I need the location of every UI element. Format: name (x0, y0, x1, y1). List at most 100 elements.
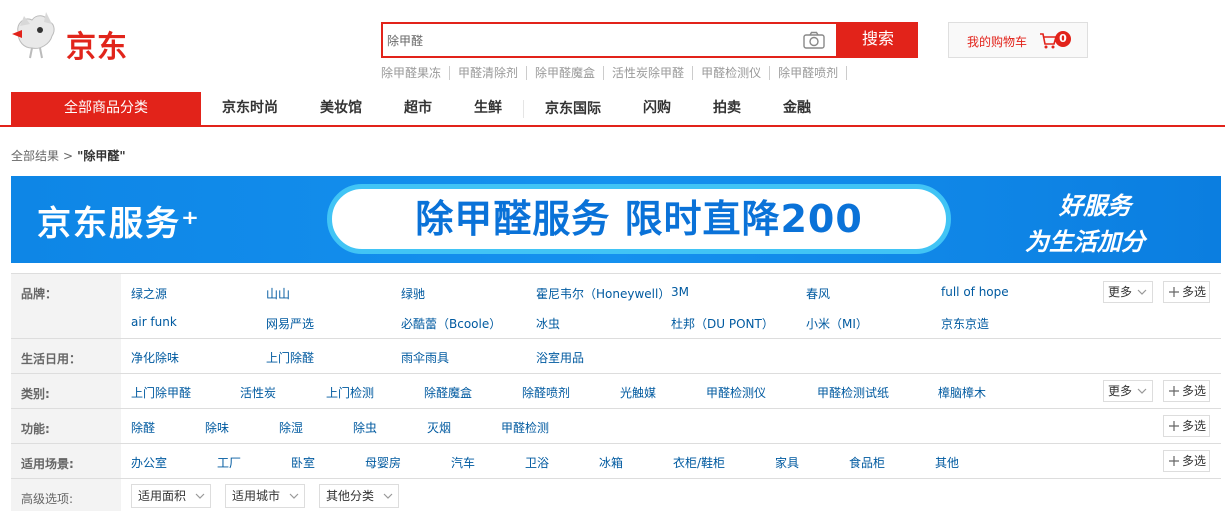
filter-value[interactable]: 上门除甲醛 (131, 384, 191, 401)
filter-value[interactable]: 冰虫 (536, 315, 560, 332)
breadcrumb-root[interactable]: 全部结果 (11, 149, 59, 163)
plus-icon (1169, 456, 1179, 466)
filter-value[interactable]: 山山 (266, 285, 290, 302)
filter-value[interactable]: 食品柜 (849, 454, 885, 471)
hotword-link[interactable]: 甲醛清除剂 (450, 66, 528, 80)
multi-label: 多选 (1182, 454, 1207, 468)
filter-value[interactable]: 春风 (806, 285, 830, 302)
filter-value[interactable]: 必酷蕾（Bcoole） (401, 315, 501, 332)
camera-icon[interactable] (803, 31, 825, 49)
hotword-link[interactable]: 活性炭除甲醛 (604, 66, 694, 80)
filter-value[interactable]: 除醛魔盒 (424, 384, 472, 401)
filter-value[interactable]: 上门检测 (326, 384, 374, 401)
select-label: 适用城市 (232, 489, 281, 503)
filter-value[interactable]: 卧室 (291, 454, 315, 471)
filter-value[interactable]: 汽车 (451, 454, 475, 471)
filter-value[interactable]: 上门除醛 (266, 349, 314, 366)
filter-row-brand: 品牌： 绿之源 山山 绿驰 霍尼韦尔（Honeywell） 3M 春风 full… (11, 274, 1221, 339)
search-input[interactable] (387, 29, 787, 51)
filter-value[interactable]: 除虫 (353, 419, 377, 436)
cart-label: 我的购物车 (967, 35, 1028, 49)
nav-item-beauty[interactable]: 美妆馆 (299, 92, 383, 125)
filter-value[interactable]: 绿之源 (131, 285, 167, 302)
filter-value[interactable]: 光触媒 (620, 384, 656, 401)
filter-value[interactable]: full of hope (941, 285, 1009, 299)
filter-value[interactable]: 冰箱 (599, 454, 623, 471)
filter-row-function: 功能: 除醛 除味 除湿 除虫 灭烟 甲醛检测 多选 (11, 409, 1221, 444)
filter-value[interactable]: 网易严选 (266, 315, 314, 332)
all-categories-button[interactable]: 全部商品分类 (11, 92, 201, 125)
cart-button[interactable]: 我的购物车 0 (948, 22, 1088, 58)
plus-icon (1169, 421, 1179, 431)
multi-select-button[interactable]: 多选 (1163, 281, 1210, 303)
hotword-link[interactable]: 甲醛检测仪 (693, 66, 771, 80)
logo-text: 京东 (66, 30, 128, 65)
filter-value[interactable]: 甲醛检测试纸 (817, 384, 889, 401)
select-city[interactable]: 适用城市 (225, 484, 305, 508)
filter-label: 类别: (11, 374, 121, 408)
filter-value[interactable]: 小米（MI） (806, 315, 868, 332)
filter-value[interactable]: 工厂 (217, 454, 241, 471)
nav-item-flash[interactable]: 闪购 (622, 92, 692, 125)
multi-label: 多选 (1182, 384, 1207, 398)
hotword-link[interactable]: 除甲醛果冻 (381, 66, 451, 80)
more-button[interactable]: 更多 (1103, 281, 1153, 303)
chevron-down-icon (1137, 388, 1147, 394)
filter-value[interactable]: 雨伞雨具 (401, 349, 449, 366)
filter-value[interactable]: 净化除味 (131, 349, 179, 366)
nav-item-international[interactable]: 京东国际 (523, 100, 622, 118)
filter-value[interactable]: 杜邦（DU PONT） (671, 315, 774, 332)
filter-value[interactable]: 母婴房 (365, 454, 401, 471)
plus-icon (1169, 287, 1179, 297)
multi-label: 多选 (1182, 419, 1207, 433)
hotword-link[interactable]: 除甲醛喷剂 (770, 66, 848, 80)
select-other-category[interactable]: 其他分类 (319, 484, 399, 508)
filter-value[interactable]: 除湿 (279, 419, 303, 436)
more-button[interactable]: 更多 (1103, 380, 1153, 402)
nav-item-fresh[interactable]: 生鲜 (453, 92, 523, 125)
banner-slogan-line1: 好服务 (1059, 192, 1131, 220)
filter-value[interactable]: 卫浴 (525, 454, 549, 471)
chevron-down-icon (195, 493, 205, 499)
search-button[interactable]: 搜索 (838, 22, 918, 58)
filter-value[interactable]: 甲醛检测仪 (706, 384, 766, 401)
filter-value[interactable]: 樟脑樟木 (938, 384, 986, 401)
header: 京东 搜索 除甲醛果冻 甲醛清除剂 除甲醛魔盒 活性炭除甲醛 甲醛检测仪 除甲醛… (0, 0, 1225, 92)
nav-item-auction[interactable]: 拍卖 (692, 92, 762, 125)
filter-value[interactable]: 京东京造 (941, 315, 989, 332)
filter-value[interactable]: 除味 (205, 419, 229, 436)
promo-banner[interactable]: 京东服务⁺ 除甲醛服务 限时直降200 好服务 为生活加分 (11, 176, 1221, 263)
filter-label: 生活日用： (11, 339, 121, 373)
filter-value[interactable]: 家具 (775, 454, 799, 471)
filter-value[interactable]: 其他 (935, 454, 959, 471)
filter-value[interactable]: 活性炭 (240, 384, 276, 401)
filter-row-daily: 生活日用： 净化除味 上门除醛 雨伞雨具 浴室用品 (11, 339, 1221, 374)
nav-item-finance[interactable]: 金融 (762, 92, 832, 125)
banner-pill: 除甲醛服务 限时直降200 (327, 184, 951, 254)
hot-keywords: 除甲醛果冻 甲醛清除剂 除甲醛魔盒 活性炭除甲醛 甲醛检测仪 除甲醛喷剂 (381, 64, 848, 82)
filter-value[interactable]: 甲醛检测 (501, 419, 549, 436)
multi-select-button[interactable]: 多选 (1163, 380, 1210, 402)
multi-select-button[interactable]: 多选 (1163, 415, 1210, 437)
filter-label: 高级选项: (11, 479, 121, 511)
chevron-down-icon (1137, 289, 1147, 295)
filter-value[interactable]: 办公室 (131, 454, 167, 471)
multi-select-button[interactable]: 多选 (1163, 450, 1210, 472)
nav-item-fashion[interactable]: 京东时尚 (201, 92, 299, 125)
filter-value[interactable]: 除醛喷剂 (522, 384, 570, 401)
cart-count-badge: 0 (1055, 31, 1071, 47)
multi-label: 多选 (1182, 285, 1207, 299)
filter-value[interactable]: 灭烟 (427, 419, 451, 436)
filter-value[interactable]: 3M (671, 285, 689, 299)
filter-value[interactable]: air funk (131, 315, 177, 329)
filter-value[interactable]: 霍尼韦尔（Honeywell） (536, 285, 670, 302)
filter-value[interactable]: 衣柜/鞋柜 (673, 454, 725, 471)
nav-item-supermarket[interactable]: 超市 (383, 92, 453, 125)
select-label: 适用面积 (138, 489, 187, 503)
jd-logo[interactable]: 京东 (10, 10, 150, 65)
filter-value[interactable]: 除醛 (131, 419, 155, 436)
select-area[interactable]: 适用面积 (131, 484, 211, 508)
filter-value[interactable]: 浴室用品 (536, 349, 584, 366)
hotword-link[interactable]: 除甲醛魔盒 (527, 66, 605, 80)
filter-value[interactable]: 绿驰 (401, 285, 425, 302)
